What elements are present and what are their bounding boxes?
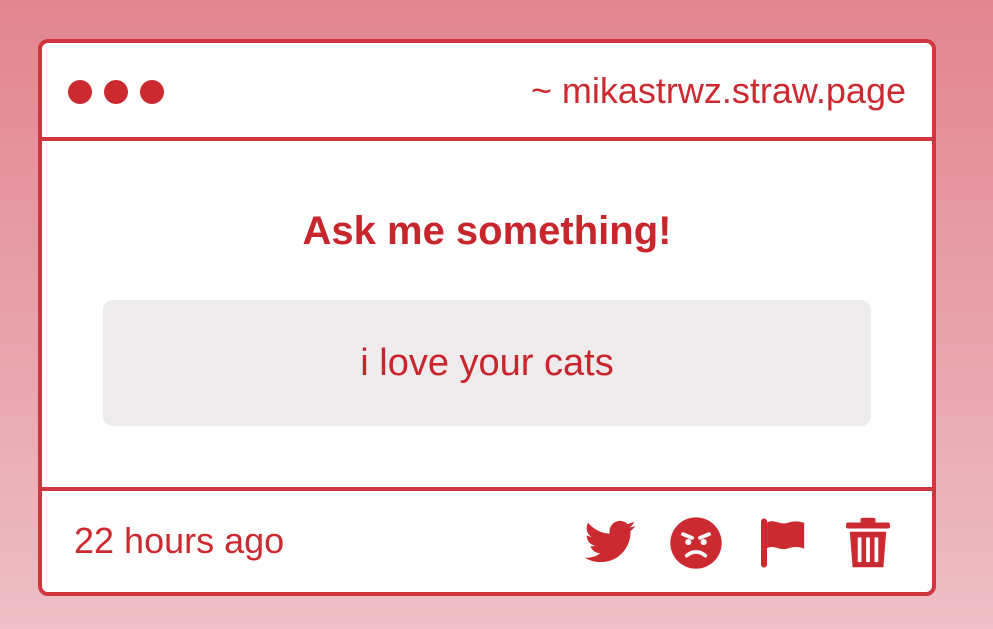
angry-face-icon: [670, 517, 722, 569]
window-controls: [68, 80, 164, 104]
question-section: Ask me something! i love your cats: [42, 141, 932, 487]
question-prompt: Ask me something!: [302, 209, 672, 253]
window-dot-icon[interactable]: [68, 80, 92, 104]
delete-button[interactable]: [840, 515, 896, 571]
message-text: i love your cats: [360, 341, 614, 384]
message-box: i love your cats: [103, 300, 871, 426]
window-dot-icon[interactable]: [104, 80, 128, 104]
window-dot-icon[interactable]: [140, 80, 164, 104]
flag-icon: [761, 518, 805, 568]
react-angry-button[interactable]: [668, 515, 724, 571]
report-button[interactable]: [754, 515, 810, 571]
twitter-icon: [584, 520, 636, 563]
twitter-share-button[interactable]: [582, 515, 638, 571]
post-footer: 22 hours ago: [42, 487, 932, 592]
timestamp: 22 hours ago: [74, 520, 285, 561]
page-url[interactable]: ~ mikastrwz.straw.page: [531, 71, 906, 111]
trash-icon: [846, 517, 890, 568]
window-titlebar: ~ mikastrwz.straw.page: [42, 43, 932, 141]
post-card: ~ mikastrwz.straw.page Ask me something!…: [38, 39, 936, 596]
